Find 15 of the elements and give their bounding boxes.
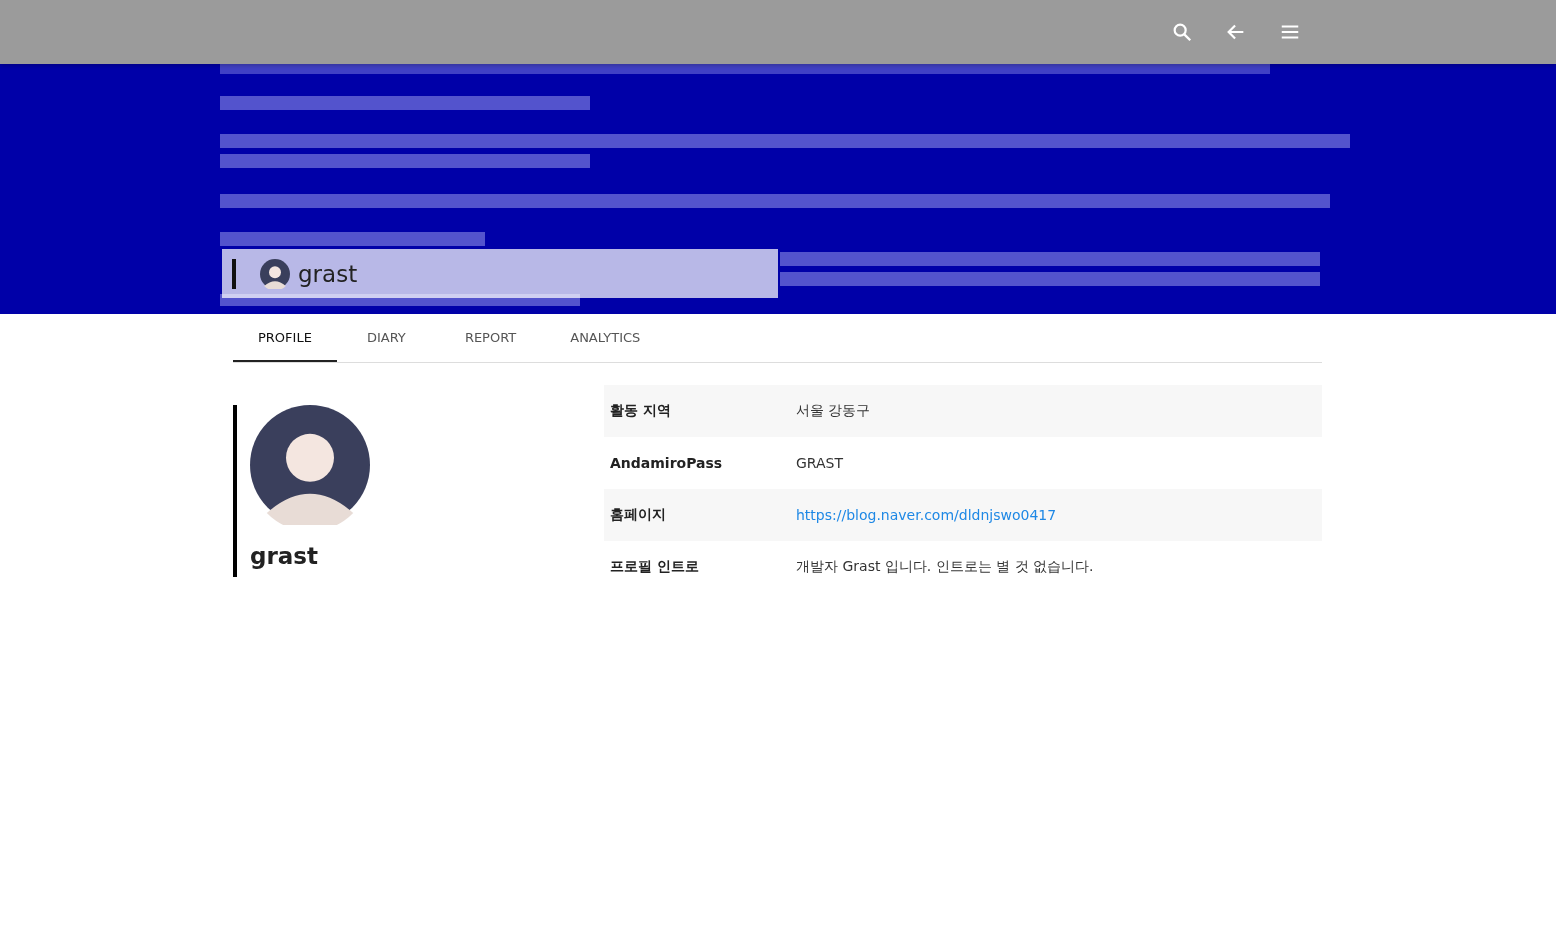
tab[interactable]: DIARY (336, 314, 436, 362)
user-name: grast (298, 260, 358, 287)
field-value: 개발자 Grast 입니다. 인트로는 별 것 없습니다. (796, 558, 1094, 576)
field-label: AndamiroPass (609, 455, 724, 471)
field-value: 서울 강동구 (796, 402, 871, 420)
field-label: 프로필 인트로 (609, 558, 700, 576)
field-label: 활동 지역 (609, 402, 672, 420)
tab[interactable]: REPORT (439, 314, 542, 362)
field-label: 홈페이지 (609, 506, 667, 524)
field-value: GRAST (796, 455, 844, 471)
avatar (260, 258, 290, 289)
tab[interactable]: PROFILE (233, 314, 337, 362)
tab[interactable]: ANALYTICS (545, 314, 666, 362)
profile-name: grast (250, 543, 319, 571)
homepage-link[interactable]: https://blog.naver.com/dldnjswo0417 (796, 507, 1057, 523)
